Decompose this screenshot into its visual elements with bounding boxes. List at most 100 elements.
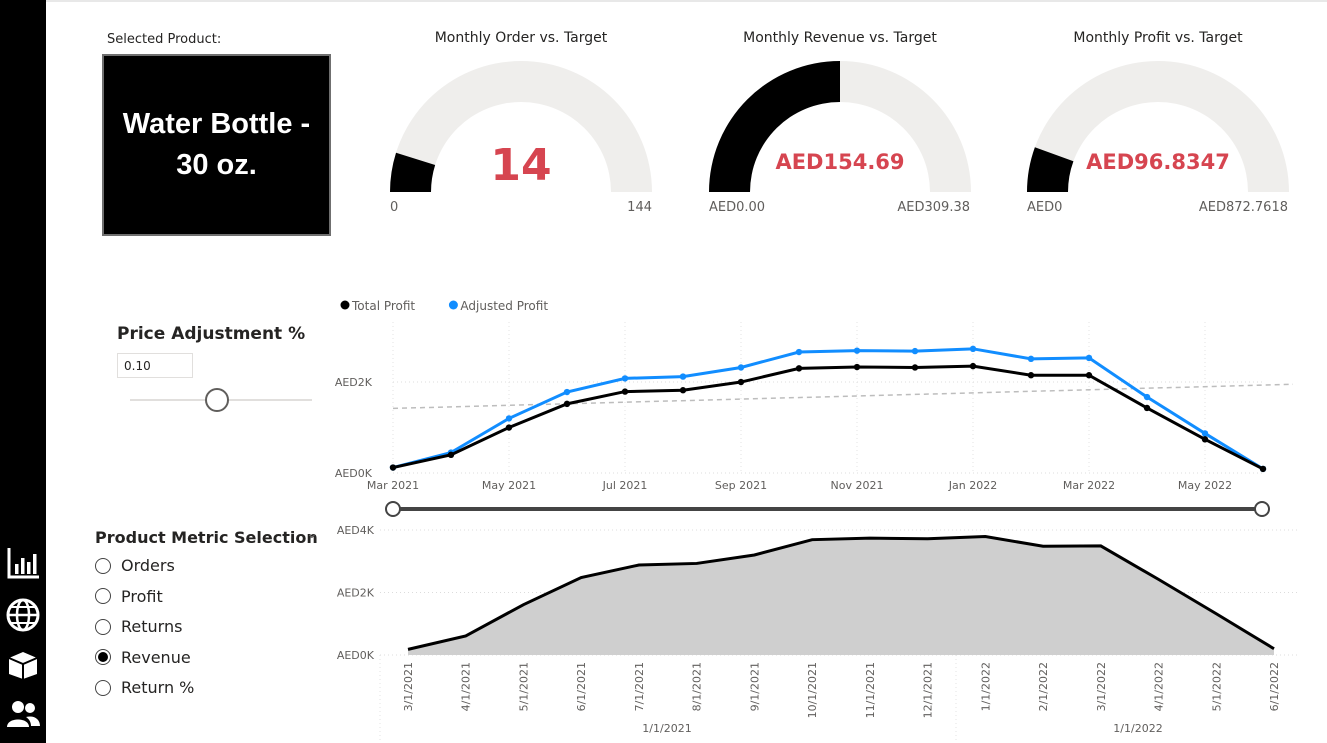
- metric-option-profit[interactable]: Profit: [95, 587, 163, 606]
- metric-option-revenue[interactable]: Revenue: [95, 648, 191, 667]
- gauge-revenue-max: AED309.38: [897, 200, 970, 215]
- gauge-profit-value: AED96.8347: [1086, 150, 1230, 174]
- gauge-revenue-value: AED154.69: [775, 150, 905, 174]
- x-tick-label: 3/1/2022: [1095, 662, 1108, 711]
- radio-button[interactable]: [95, 557, 111, 574]
- selected-product-line2: 30 oz.: [176, 149, 257, 181]
- data-point[interactable]: [1143, 404, 1151, 412]
- data-point[interactable]: [1259, 465, 1267, 473]
- x-tick-label: 4/1/2022: [1153, 662, 1166, 711]
- data-point[interactable]: [1201, 430, 1209, 437]
- x-tick-label: Nov 2021: [831, 479, 884, 492]
- metric-option-orders[interactable]: Orders: [95, 556, 175, 575]
- selected-product-card: Water Bottle - 30 oz.: [102, 54, 331, 236]
- gauge-profit: [1027, 61, 1289, 192]
- metric-option-return[interactable]: Return %: [95, 678, 194, 697]
- metric-option-label: Returns: [121, 617, 183, 636]
- x-tick-label: Sep 2021: [715, 479, 767, 492]
- bar-chart-icon[interactable]: [4, 544, 42, 582]
- x-tick-label: 8/1/2021: [691, 662, 704, 711]
- data-point[interactable]: [1085, 354, 1093, 362]
- data-point[interactable]: [911, 364, 919, 371]
- x-tick-label: Jul 2021: [602, 479, 648, 492]
- metric-option-label: Orders: [121, 556, 175, 575]
- data-point[interactable]: [563, 388, 571, 396]
- users-icon[interactable]: [4, 695, 42, 733]
- x-tick-label: 2/1/2022: [1037, 662, 1050, 711]
- price-adjustment-input[interactable]: 0.10: [117, 353, 193, 378]
- x-tick-label: 4/1/2021: [460, 662, 473, 711]
- data-point[interactable]: [679, 387, 687, 394]
- gauge-revenue-min: AED0.00: [709, 200, 766, 215]
- data-point[interactable]: [621, 375, 629, 382]
- x-tick-label: May 2021: [482, 479, 536, 492]
- date-range-end-handle[interactable]: [1254, 501, 1270, 517]
- x-tick-label: May 2022: [1178, 479, 1232, 492]
- gauge-revenue: [709, 61, 971, 192]
- data-point[interactable]: [1027, 355, 1035, 363]
- legend-label[interactable]: Adjusted Profit: [460, 299, 548, 313]
- radio-button[interactable]: [95, 649, 111, 665]
- legend-marker: [448, 300, 458, 310]
- metric-option-returns[interactable]: Returns: [95, 617, 182, 636]
- metric-option-label: Profit: [121, 586, 163, 606]
- data-point[interactable]: [1143, 393, 1151, 401]
- top-divider: [46, 0, 1327, 2]
- data-point[interactable]: [505, 424, 513, 431]
- metric-option-label: Return %: [121, 678, 195, 697]
- data-point[interactable]: [737, 364, 745, 371]
- data-point[interactable]: [621, 388, 629, 395]
- x-tick-label: 6/1/2021: [575, 662, 588, 711]
- series-line-total-profit: [392, 364, 1264, 471]
- chevron-down-icon[interactable]: ⌄: [306, 526, 318, 542]
- gauge-profit-min: AED0: [1027, 200, 1063, 215]
- y-tick-label: AED0K: [337, 649, 375, 662]
- data-point[interactable]: [969, 362, 977, 370]
- data-point[interactable]: [563, 400, 571, 408]
- data-point[interactable]: [795, 365, 803, 372]
- gauge-orders-max: 144: [627, 200, 652, 215]
- x-tick-label: 7/1/2021: [633, 662, 646, 711]
- x-tick-label: 5/1/2022: [1210, 662, 1223, 711]
- data-point[interactable]: [447, 451, 455, 459]
- price-adjustment-title: Price Adjustment %: [117, 324, 306, 344]
- data-point[interactable]: [911, 347, 919, 355]
- y-tick-label: AED2K: [337, 587, 375, 600]
- data-point[interactable]: [1085, 372, 1093, 379]
- y-tick-label: AED4K: [337, 524, 375, 537]
- gauge-orders-min: 0: [390, 200, 399, 215]
- selected-product-label: Selected Product:: [107, 32, 222, 47]
- year-label: 1/1/2021: [642, 722, 691, 735]
- data-point[interactable]: [737, 378, 745, 386]
- area-fill: [408, 536, 1274, 655]
- box-icon[interactable]: [4, 645, 42, 683]
- radio-button[interactable]: [95, 618, 111, 635]
- data-point[interactable]: [389, 464, 397, 471]
- x-tick-label: 3/1/2021: [402, 662, 415, 711]
- x-tick-label: 9/1/2021: [748, 662, 761, 711]
- year-label: 1/1/2022: [1113, 722, 1162, 735]
- legend-marker: [340, 300, 350, 310]
- data-point[interactable]: [853, 363, 861, 371]
- data-point[interactable]: [969, 345, 977, 353]
- date-range-slider[interactable]: [380, 498, 1280, 520]
- data-point[interactable]: [505, 415, 513, 422]
- left-nav: [0, 0, 46, 743]
- data-point[interactable]: [795, 348, 803, 356]
- data-point[interactable]: [679, 373, 687, 380]
- data-point[interactable]: [1201, 436, 1209, 443]
- x-tick-label: Jan 2022: [948, 479, 997, 492]
- legend-label[interactable]: Total Profit: [351, 299, 415, 313]
- data-point[interactable]: [1027, 372, 1035, 379]
- selected-product-line1: Water Bottle -: [122, 108, 311, 140]
- data-point[interactable]: [853, 347, 861, 354]
- x-tick-label: 1/1/2022: [979, 662, 992, 711]
- x-tick-label: 5/1/2021: [517, 662, 530, 711]
- radio-button[interactable]: [95, 679, 111, 696]
- date-range-start-handle[interactable]: [385, 501, 401, 517]
- radio-button[interactable]: [95, 588, 111, 604]
- gauge-profit-title: Monthly Profit vs. Target: [1073, 30, 1243, 46]
- gauge-orders-title: Monthly Order vs. Target: [434, 30, 608, 46]
- globe-icon[interactable]: [4, 596, 42, 634]
- price-adjustment-slider-handle[interactable]: [205, 388, 230, 412]
